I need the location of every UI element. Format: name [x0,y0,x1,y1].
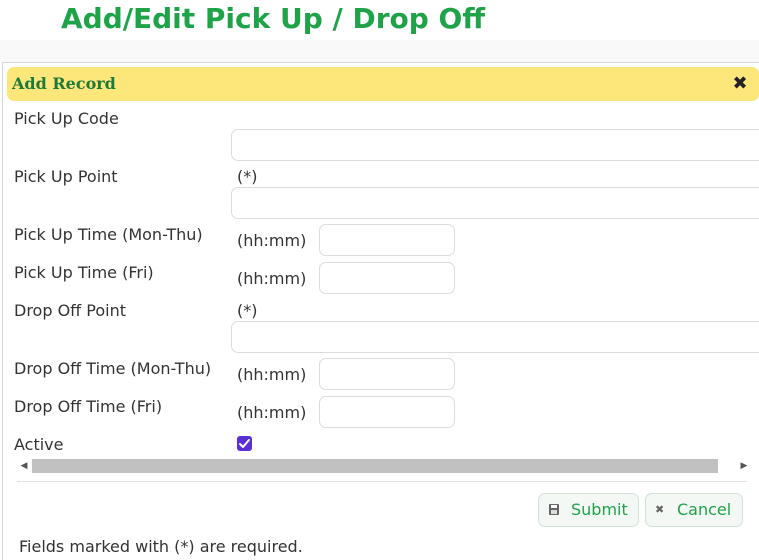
active-checkbox[interactable] [237,436,252,451]
pickup-time-fri-input[interactable] [319,262,455,294]
pickup-point-required-mark: (*) [237,167,258,186]
active-label: Active [14,435,64,454]
add-record-dialog: Add Record ✖ Pick Up Code Pick Up Point … [2,62,759,560]
dropoff-time-fri-input[interactable] [319,396,455,428]
pickup-time-fri-format: (hh:mm) [237,269,307,288]
close-icon[interactable]: ✖ [731,75,749,93]
header-band [0,40,759,62]
submit-button[interactable]: Submit [538,493,639,527]
scrollbar-thumb[interactable] [32,459,718,473]
pickup-point-label: Pick Up Point [14,167,118,186]
dropoff-point-required-mark: (*) [237,301,258,320]
checkmark-icon [239,439,250,448]
pickup-time-fri-label: Pick Up Time (Fri) [14,263,154,282]
dropoff-point-input[interactable] [231,321,759,353]
dropoff-time-monthu-label: Drop Off Time (Mon-Thu) [14,359,212,378]
pickup-time-monthu-input[interactable] [319,224,455,256]
dialog-title: Add Record [12,74,116,93]
save-icon [548,494,560,539]
page-title: Add/Edit Pick Up / Drop Off [61,2,486,35]
dropoff-point-label: Drop Off Point [14,301,127,320]
pickup-time-monthu-format: (hh:mm) [237,231,307,250]
close-icon: ✖ [655,503,665,516]
pickup-time-monthu-label: Pick Up Time (Mon-Thu) [14,225,203,244]
pickup-code-label: Pick Up Code [14,109,119,128]
dropoff-time-fri-label: Drop Off Time (Fri) [14,397,163,416]
dropoff-time-monthu-format: (hh:mm) [237,365,307,384]
pickup-code-input[interactable] [231,129,759,161]
cancel-label: Cancel [677,500,732,519]
dialog-titlebar: Add Record ✖ [7,67,759,101]
pickup-point-input[interactable] [231,187,759,219]
horizontal-scrollbar[interactable]: ◀ ▶ [17,457,751,475]
scroll-left-icon[interactable]: ◀ [17,457,31,475]
submit-label: Submit [571,500,628,519]
required-fields-note: Fields marked with (*) are required. [19,537,303,556]
button-divider [17,481,747,482]
cancel-button[interactable]: ✖ Cancel [645,493,743,527]
dropoff-time-monthu-input[interactable] [319,358,455,390]
dropoff-time-fri-format: (hh:mm) [237,403,307,422]
scroll-right-icon[interactable]: ▶ [737,457,751,475]
